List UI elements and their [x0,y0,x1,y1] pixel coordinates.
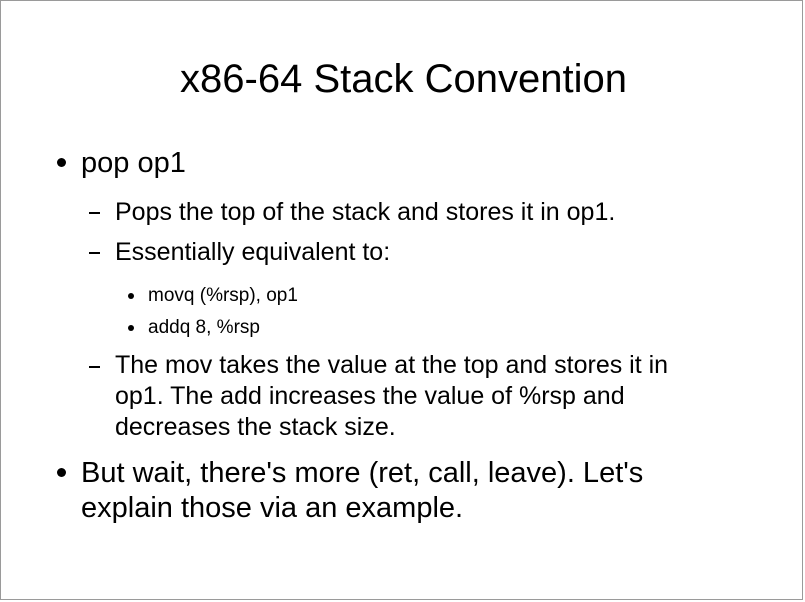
dash-icon [89,212,100,214]
slide-title: x86-64 Stack Convention [180,57,627,101]
code-movq: movq (%rsp), op1 [148,285,298,306]
subitem-explanation-line: The mov takes the value at the top and s… [115,351,669,379]
bullet-pop-op1: pop op1 [81,147,186,179]
slide: x86-64 Stack Convention pop op1 Pops the… [0,0,803,600]
bullet-icon [128,293,134,299]
bullet-icon [128,325,134,331]
bullet-icon [57,468,66,477]
subitem-explanation-line: op1. The add increases the value of %rsp… [115,382,625,410]
bullet-but-wait-line: explain those via an example. [81,492,464,524]
subitem-explanation-line: decreases the stack size. [115,413,396,441]
bullet-but-wait-line: But wait, there's more (ret, call, leave… [81,457,644,489]
subitem-pops-top: Pops the top of the stack and stores it … [115,198,616,226]
subitem-equivalent: Essentially equivalent to: [115,238,391,266]
dash-icon [89,366,100,368]
bullet-icon [57,158,66,167]
dash-icon [89,252,100,254]
code-addq: addq 8, %rsp [148,317,260,338]
